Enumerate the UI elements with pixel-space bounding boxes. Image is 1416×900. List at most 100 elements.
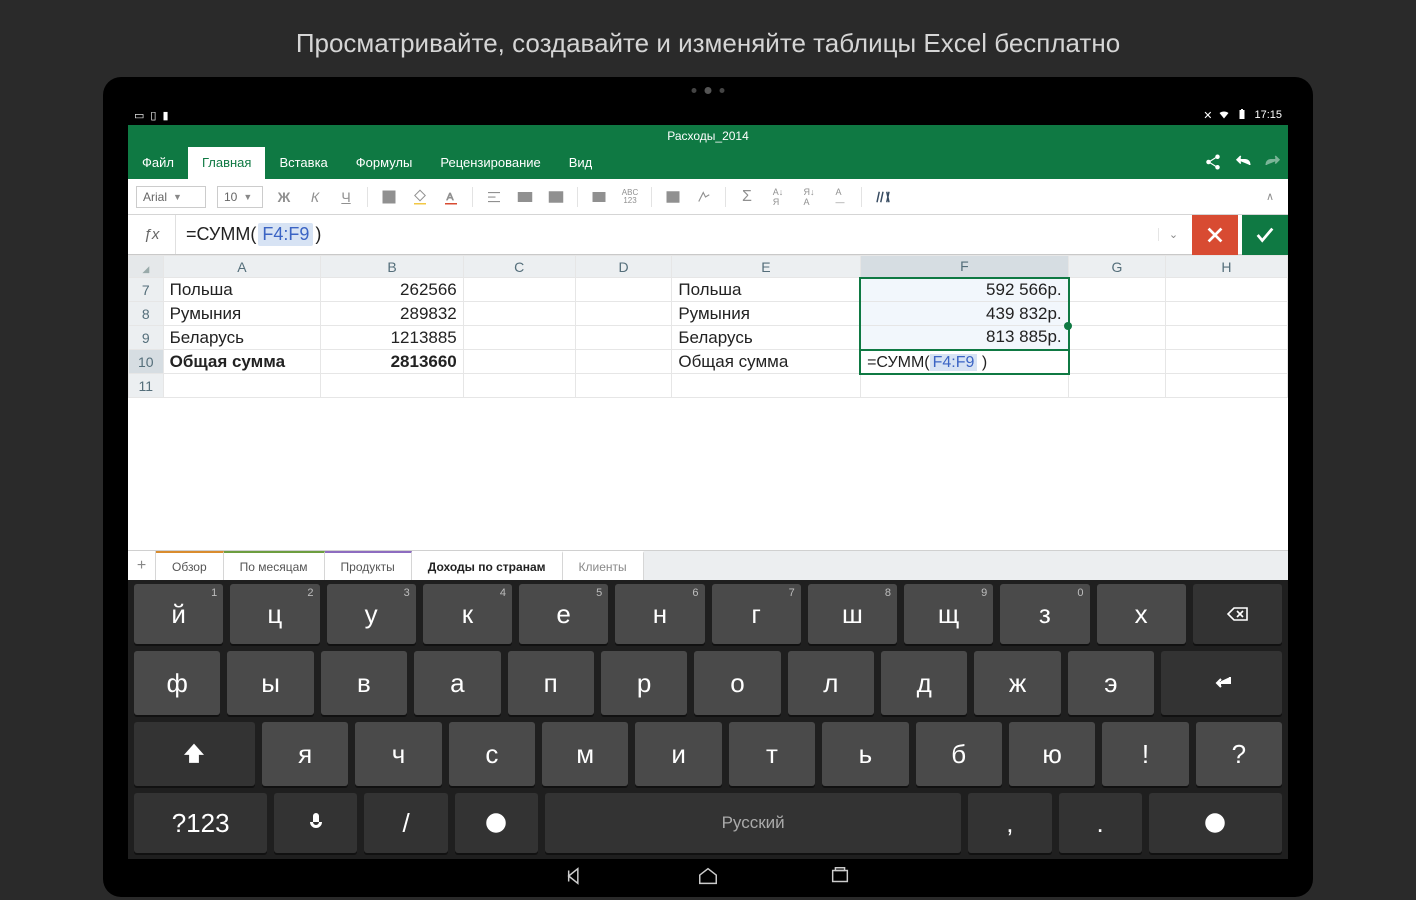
bold-button[interactable]: Ж <box>274 187 294 207</box>
key-letter[interactable]: х <box>1097 584 1186 644</box>
key-letter[interactable]: с <box>449 722 535 786</box>
cell[interactable]: 813 885р. <box>860 326 1069 350</box>
key-letter[interactable]: ы <box>227 651 313 715</box>
select-all-corner[interactable] <box>129 256 164 278</box>
sheet-tab[interactable]: Обзор <box>156 551 224 580</box>
share-icon[interactable] <box>1204 153 1222 174</box>
cell[interactable] <box>463 350 575 374</box>
key-letter[interactable]: у3 <box>327 584 416 644</box>
key-letter[interactable]: ф <box>134 651 220 715</box>
cell[interactable] <box>1069 350 1166 374</box>
cell[interactable]: Беларусь <box>163 326 321 350</box>
key-letter[interactable]: ! <box>1102 722 1188 786</box>
key-letter[interactable]: л <box>788 651 874 715</box>
row-header[interactable]: 8 <box>129 302 164 326</box>
key-letter[interactable]: ю <box>1009 722 1095 786</box>
cell[interactable]: Общая сумма <box>672 350 860 374</box>
key-space[interactable]: Русский <box>545 793 961 853</box>
sheet-tab[interactable]: По месяцам <box>224 551 325 580</box>
key-voice[interactable] <box>274 793 357 853</box>
cell[interactable] <box>1165 302 1287 326</box>
cell[interactable] <box>1069 302 1166 326</box>
tab-view[interactable]: Вид <box>555 147 607 179</box>
italic-button[interactable]: К <box>305 187 325 207</box>
tab-formulas[interactable]: Формулы <box>342 147 427 179</box>
col-header[interactable]: H <box>1165 256 1287 278</box>
cell[interactable] <box>1165 278 1287 302</box>
formula-input[interactable]: =СУММ( F4:F9 ) <box>176 215 1158 254</box>
sheet-tab[interactable]: Продукты <box>325 551 412 580</box>
key-letter[interactable]: ш8 <box>808 584 897 644</box>
formula-cancel-button[interactable] <box>1192 215 1238 255</box>
key-letter[interactable]: р <box>601 651 687 715</box>
key-letter[interactable]: и <box>635 722 721 786</box>
wrap-button[interactable] <box>546 187 566 207</box>
font-family-select[interactable]: Arial▼ <box>136 186 206 208</box>
cell[interactable]: Беларусь <box>672 326 860 350</box>
sheet-tab[interactable]: Клиенты <box>563 551 644 580</box>
cell[interactable] <box>463 302 575 326</box>
key-letter[interactable]: е5 <box>519 584 608 644</box>
key-letter[interactable]: в <box>321 651 407 715</box>
cell[interactable] <box>321 374 463 398</box>
font-size-select[interactable]: 10▼ <box>217 186 263 208</box>
cell[interactable] <box>575 374 672 398</box>
col-header[interactable]: E <box>672 256 860 278</box>
redo-icon[interactable] <box>1264 153 1282 174</box>
key-letter[interactable]: щ9 <box>904 584 993 644</box>
add-sheet-button[interactable]: + <box>128 551 156 580</box>
tab-insert[interactable]: Вставка <box>265 147 341 179</box>
key-letter[interactable]: д <box>881 651 967 715</box>
key-letter[interactable]: ь <box>822 722 908 786</box>
underline-button[interactable]: Ч <box>336 187 356 207</box>
table-style-button[interactable] <box>663 187 683 207</box>
key-letter[interactable]: ч <box>355 722 441 786</box>
font-color-button[interactable]: A <box>441 187 461 207</box>
key-letter[interactable]: г7 <box>712 584 801 644</box>
filter-button[interactable]: А— <box>830 187 850 207</box>
row-header[interactable]: 10 <box>129 350 164 374</box>
col-header[interactable]: G <box>1069 256 1166 278</box>
number-format-button[interactable]: ABC123 <box>620 187 640 207</box>
cell[interactable] <box>463 374 575 398</box>
col-header[interactable]: D <box>575 256 672 278</box>
find-button[interactable] <box>873 187 893 207</box>
key-letter[interactable]: ц2 <box>230 584 319 644</box>
key-backspace[interactable] <box>1193 584 1282 644</box>
row-header[interactable]: 7 <box>129 278 164 302</box>
nav-home-icon[interactable] <box>697 865 719 892</box>
key-comma[interactable]: , <box>968 793 1051 853</box>
cell[interactable] <box>1165 350 1287 374</box>
cell[interactable] <box>463 278 575 302</box>
cell[interactable] <box>1069 326 1166 350</box>
key-letter[interactable]: о <box>694 651 780 715</box>
formula-confirm-button[interactable] <box>1242 215 1288 255</box>
col-header[interactable]: C <box>463 256 575 278</box>
key-enter[interactable] <box>1161 651 1282 715</box>
key-letter[interactable]: а <box>414 651 500 715</box>
key-letter[interactable]: м <box>542 722 628 786</box>
key-emoji[interactable] <box>1149 793 1282 853</box>
key-letter[interactable]: ж <box>974 651 1060 715</box>
cell[interactable] <box>575 350 672 374</box>
cell[interactable] <box>575 278 672 302</box>
active-cell[interactable]: =СУММ(F4:F9 ) <box>860 350 1069 374</box>
autosum-button[interactable]: Σ <box>737 187 757 207</box>
sheet-tab[interactable]: Доходы по странам <box>412 551 563 580</box>
nav-recent-icon[interactable] <box>829 865 851 892</box>
cell[interactable] <box>1069 374 1166 398</box>
key-slash[interactable]: / <box>364 793 447 853</box>
sort-desc-button[interactable]: Я↓А <box>799 187 819 207</box>
key-letter[interactable]: й1 <box>134 584 223 644</box>
cell[interactable] <box>1069 278 1166 302</box>
undo-icon[interactable] <box>1234 153 1252 174</box>
key-period[interactable]: . <box>1059 793 1142 853</box>
cell[interactable] <box>575 326 672 350</box>
key-shift[interactable] <box>134 722 255 786</box>
cell[interactable]: 1213885 <box>321 326 463 350</box>
key-letter[interactable]: т <box>729 722 815 786</box>
col-header[interactable]: A <box>163 256 321 278</box>
merge-button[interactable] <box>515 187 535 207</box>
cell-style-button[interactable] <box>694 187 714 207</box>
key-globe[interactable] <box>455 793 538 853</box>
